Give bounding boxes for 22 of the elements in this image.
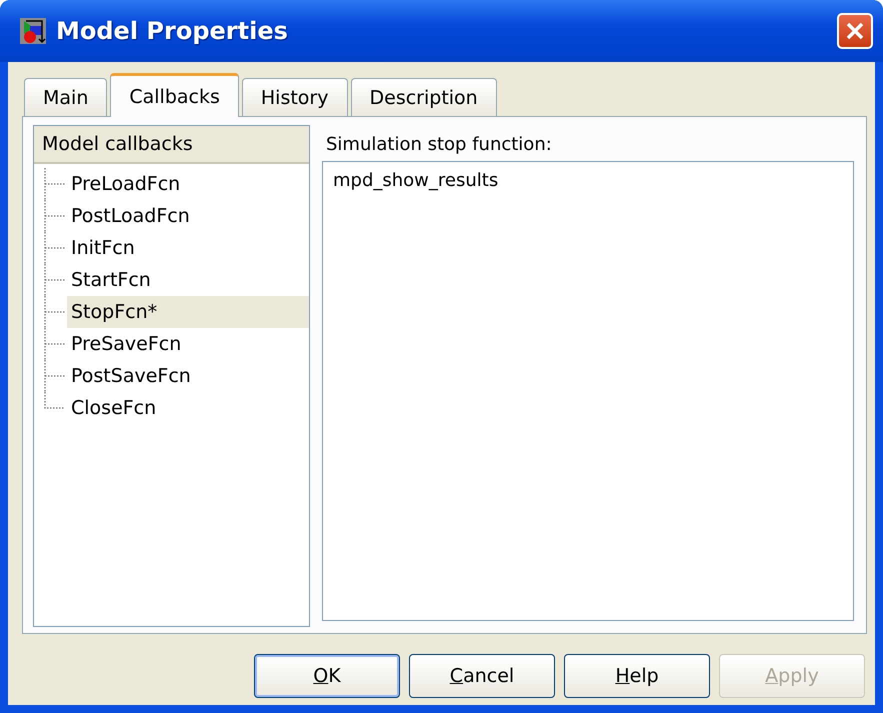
tree-item[interactable]: StopFcn* <box>67 296 309 328</box>
tree-item[interactable]: PreLoadFcn <box>67 168 309 200</box>
close-button[interactable] <box>837 13 873 49</box>
dialog-button[interactable]: OK <box>254 654 400 698</box>
dialog-button[interactable]: Help <box>564 654 710 698</box>
tree-item[interactable]: CloseFcn <box>67 392 309 424</box>
callback-text-area[interactable]: mpd_show_results <box>322 161 854 621</box>
window-title: Model Properties <box>56 17 289 45</box>
tab[interactable]: Main <box>24 78 108 116</box>
tree-item[interactable]: InitFcn <box>67 232 309 264</box>
tree-item[interactable]: PostLoadFcn <box>67 200 309 232</box>
tab[interactable]: History <box>242 78 348 116</box>
tree-item[interactable]: StartFcn <box>67 264 309 296</box>
tree-item[interactable]: PreSaveFcn <box>67 328 309 360</box>
dialog-button[interactable]: Cancel <box>409 654 555 698</box>
editor-label: Simulation stop function: <box>325 133 553 157</box>
model-icon <box>20 18 46 44</box>
close-icon <box>844 20 866 42</box>
tab[interactable]: Callbacks <box>110 73 239 117</box>
tree-header: Model callbacks <box>34 126 309 164</box>
tab[interactable]: Description <box>350 78 497 116</box>
tree-item[interactable]: PostSaveFcn <box>67 360 309 392</box>
